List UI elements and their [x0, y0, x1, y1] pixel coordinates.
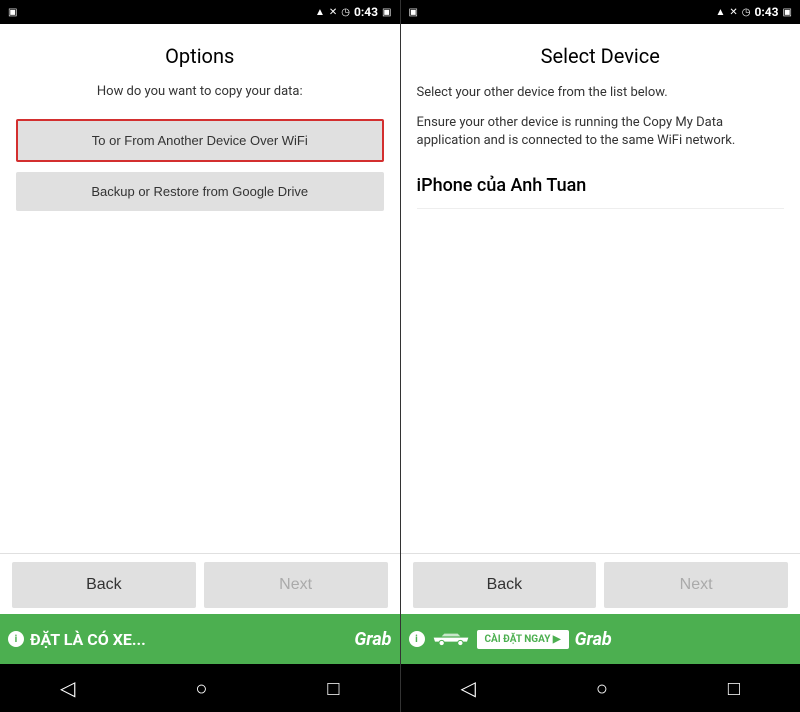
google-drive-option-button[interactable]: Backup or Restore from Google Drive [16, 172, 384, 211]
left-nav-back[interactable]: ◁ [40, 668, 95, 708]
right-title: Select Device [417, 44, 785, 68]
clock-icon-right: ◷ [742, 7, 751, 18]
right-ad-grab-logo: Grab [575, 629, 612, 650]
right-nav-back[interactable]: ◁ [440, 668, 495, 708]
left-nav-recent[interactable]: □ [307, 668, 359, 709]
left-ad-text: ĐẶT LÀ CÓ XE... [30, 630, 348, 649]
right-ad-cta[interactable]: CÀI ĐẶT NGAY ▶ [485, 634, 561, 645]
right-ad-banner[interactable]: i CÀI ĐẶT NGAY ▶ Grab [401, 614, 800, 664]
right-screen-area: Select Device Select your other device f… [401, 24, 800, 553]
right-nav-recent[interactable]: □ [708, 668, 760, 709]
right-ad-info-icon: i [409, 631, 425, 647]
right-nav-bar: ◁ ○ □ [401, 664, 800, 712]
left-nav-home[interactable]: ○ [175, 668, 227, 709]
signal-blocked-icon-left: ✕ [329, 7, 337, 18]
status-time-right: 0:43 [755, 5, 779, 19]
screenshot-icon-right: ▣ [783, 7, 792, 18]
status-time-left: 0:43 [354, 5, 378, 19]
clock-icon-left: ◷ [341, 7, 350, 18]
left-subtitle: How do you want to copy your data: [16, 84, 384, 99]
left-screen-area: Options How do you want to copy your dat… [0, 24, 400, 553]
status-bar-right: ▣ ▲ ✕ ◷ 0:43 ▣ [401, 0, 800, 24]
right-desc1: Select your other device from the list b… [417, 84, 785, 102]
left-ad-grab-logo: Grab [354, 629, 391, 650]
right-back-button[interactable]: Back [413, 562, 597, 608]
right-bottom-buttons: Back Next [401, 553, 800, 614]
status-bar-left: ▣ ▲ ✕ ◷ 0:43 ▣ [0, 0, 400, 24]
left-ad-info-icon: i [8, 631, 24, 647]
right-desc2: Ensure your other device is running the … [417, 114, 785, 150]
signal-icon-right: ✕ [729, 7, 737, 18]
left-ad-banner[interactable]: i ĐẶT LÀ CÓ XE... Grab [0, 614, 400, 664]
screenshot-icon-left: ▣ [382, 7, 391, 18]
right-next-button[interactable]: Next [604, 562, 788, 608]
left-next-button[interactable]: Next [204, 562, 388, 608]
wifi-icon-right: ▲ [715, 7, 725, 18]
ad-car-icon [431, 629, 471, 649]
device-list-item[interactable]: iPhone của Anh Tuan [417, 163, 785, 209]
wifi-option-button[interactable]: To or From Another Device Over WiFi [16, 119, 384, 162]
left-bottom-buttons: Back Next [0, 553, 400, 614]
left-title: Options [16, 44, 384, 68]
left-back-button[interactable]: Back [12, 562, 196, 608]
right-nav-home[interactable]: ○ [576, 668, 628, 709]
wifi-icon-left: ▲ [315, 7, 325, 18]
left-nav-bar: ◁ ○ □ [0, 664, 400, 712]
